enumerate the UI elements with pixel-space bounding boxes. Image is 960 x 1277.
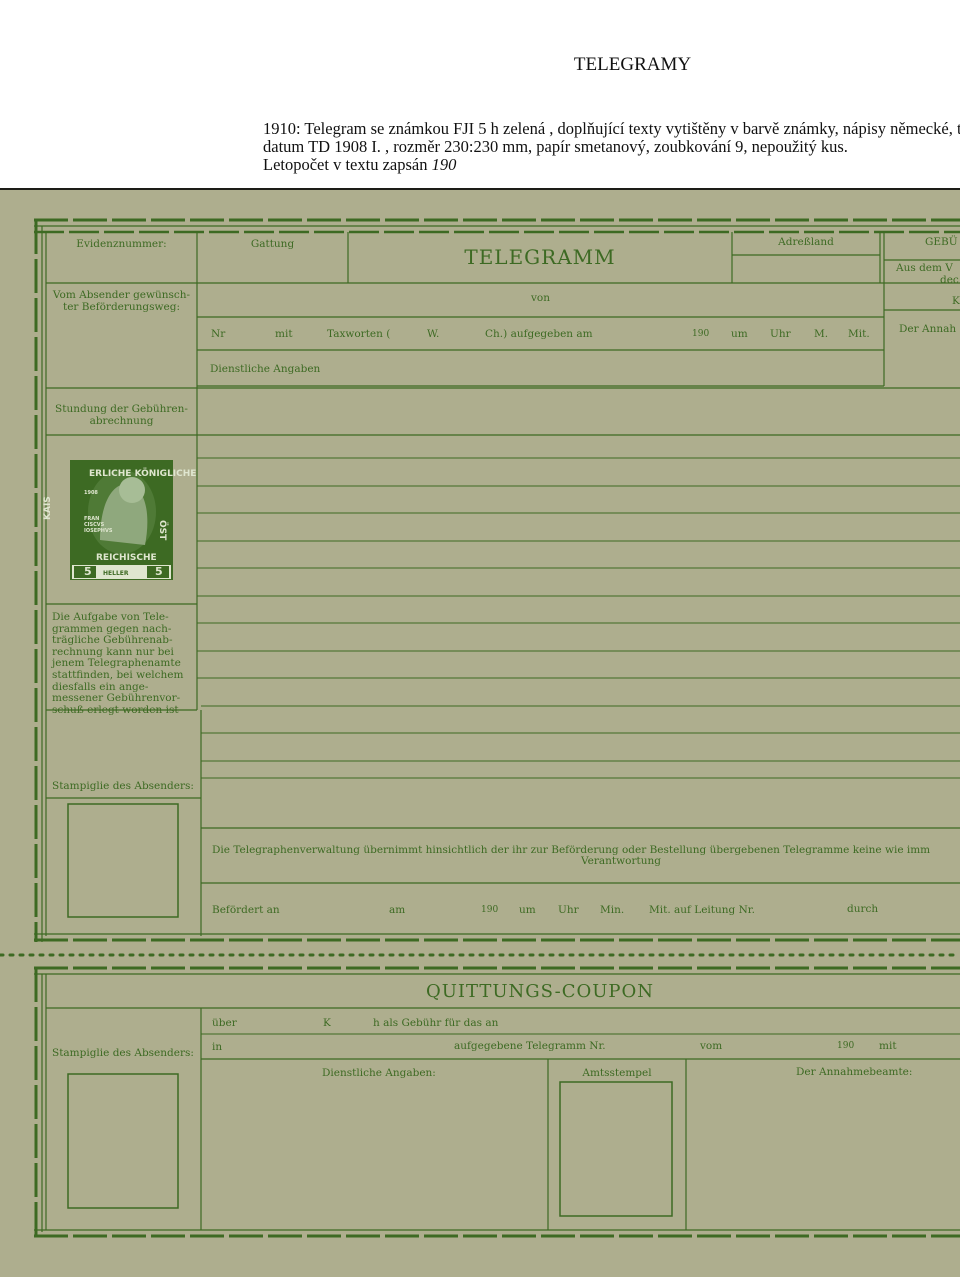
adressland-label: Adreßland — [778, 236, 834, 248]
note-line-8: messener Gebührenvor- — [52, 692, 181, 705]
stundung-label: Stundung der Gebühren- abrechnung — [46, 403, 197, 427]
imprinted-stamp: 5 5 HELLER ERLICHE KÖNIGLICHE REICHISCHE… — [43, 460, 196, 580]
note-line-9: schuß erlegt worden ist — [52, 703, 179, 716]
m-label: M. — [814, 328, 829, 340]
stamp-heller: HELLER — [103, 570, 129, 577]
aufgegeben-label: Ch.) aufgegeben am — [485, 328, 593, 340]
befoerdert-am: am — [389, 904, 406, 916]
gebuehr-label: GEBÜ — [925, 236, 958, 248]
coupon-stampiglie: Stampiglie des Absenders: — [52, 1047, 194, 1059]
absender-weg-line-1: Vom Absender gewünsch- — [52, 289, 191, 301]
stamp-name-3: IOSEPHVS — [84, 528, 113, 534]
gattung-label: Gattung — [250, 238, 295, 250]
coupon-year: 190 — [837, 1041, 855, 1051]
caption-line-3-text: Letopočet v textu zapsán — [263, 155, 428, 174]
befoerdert-min: Min. — [600, 904, 625, 916]
befoerdert-um: um — [519, 904, 536, 916]
coupon-amtsstempel: Amtsstempel — [582, 1067, 652, 1079]
verwaltung-line-2: Verantwortung — [581, 855, 661, 867]
coupon-in: in — [212, 1041, 223, 1053]
aus-dem-label: Aus dem V — [896, 262, 953, 274]
nr-label: Nr — [211, 328, 226, 340]
stamp-left-text: KAIS — [43, 496, 53, 520]
dienstliche-label: Dienstliche Angaben — [210, 363, 321, 375]
stamp-value-left: 5 — [84, 565, 92, 578]
stamp-top-text: ERLICHE KÖNIGLICHE — [89, 468, 196, 479]
absender-weg-line-2: ter Beförderungsweg: — [63, 301, 180, 313]
befoerdert-durch: durch — [847, 903, 879, 915]
befoerdert-uhr: Uhr — [558, 904, 579, 916]
stundung-line-1: Stundung der Gebühren- — [55, 403, 188, 415]
aufgabe-note: Die Aufgabe von Tele- grammen gegen nach… — [52, 611, 192, 716]
caption-line-3: Letopočet v textu zapsán 190 — [263, 156, 960, 174]
um-label: um — [731, 328, 748, 340]
mit-label: mit — [275, 328, 293, 340]
coupon-aufgegebene: aufgegebene Telegramm Nr. — [454, 1040, 606, 1052]
stamp-right-text: ÖST — [157, 520, 168, 541]
stamp-year: 1908 — [84, 490, 98, 496]
k-label: K — [952, 295, 960, 307]
stundung-line-2: abrechnung — [89, 415, 154, 427]
coupon-vom: vom — [700, 1040, 723, 1052]
dec-label: dec — [940, 274, 959, 286]
note-line-1: Die Aufgabe von Tele- — [52, 611, 169, 623]
year-label: 190 — [692, 329, 710, 339]
stampiglie-label: Stampiglie des Absenders: — [52, 780, 194, 792]
description-caption: 1910: Telegram se známkou FJI 5 h zelená… — [263, 120, 960, 174]
coupon-title: QUITTUNGS-COUPON — [425, 981, 655, 1002]
coupon-dienstliche: Dienstliche Angaben: — [322, 1067, 436, 1079]
befoerdert-leitung: Mit. auf Leitung Nr. — [649, 904, 755, 916]
coupon-gebuehr: h als Gebühr für das an — [373, 1017, 499, 1029]
coupon-annahmebeamte: Der Annahmebeamte: — [796, 1066, 913, 1078]
stamp-bottom-text: REICHISCHE — [96, 553, 157, 563]
coupon-mit: mit — [879, 1040, 897, 1052]
evidenz-label: Evidenznummer: — [76, 238, 167, 250]
note-line-6: stattfinden, bei welchem — [52, 668, 184, 681]
stamp-value-right: 5 — [155, 565, 163, 578]
page-title: TELEGRAMY — [573, 54, 692, 75]
befoerdert-label: Befördert an — [212, 904, 280, 916]
caption-line-2: datum TD 1908 I. , rozměr 230:230 mm, pa… — [263, 137, 848, 156]
caption-line-1: 1910: Telegram se známkou FJI 5 h zelená… — [263, 119, 960, 138]
telegram-form-card: 5 5 HELLER ERLICHE KÖNIGLICHE REICHISCHE… — [0, 190, 960, 1277]
befoerdert-year: 190 — [481, 905, 499, 915]
caption-year: 190 — [431, 155, 457, 174]
taxworten-label: Taxworten ( — [327, 328, 391, 340]
w-label: W. — [427, 328, 440, 340]
absender-weg-label: Vom Absender gewünsch- ter Beförderungsw… — [46, 289, 197, 313]
von-label: von — [530, 292, 551, 304]
coupon-ueber: über — [212, 1017, 237, 1029]
telegramm-title: TELEGRAMM — [464, 245, 616, 269]
annahme-label: Der Annah — [899, 323, 957, 335]
mit-end-label: Mit. — [848, 328, 870, 340]
uhr-label: Uhr — [770, 328, 791, 340]
coupon-k: K — [323, 1017, 331, 1029]
form-lines: 5 5 HELLER ERLICHE KÖNIGLICHE REICHISCHE… — [0, 218, 960, 1238]
